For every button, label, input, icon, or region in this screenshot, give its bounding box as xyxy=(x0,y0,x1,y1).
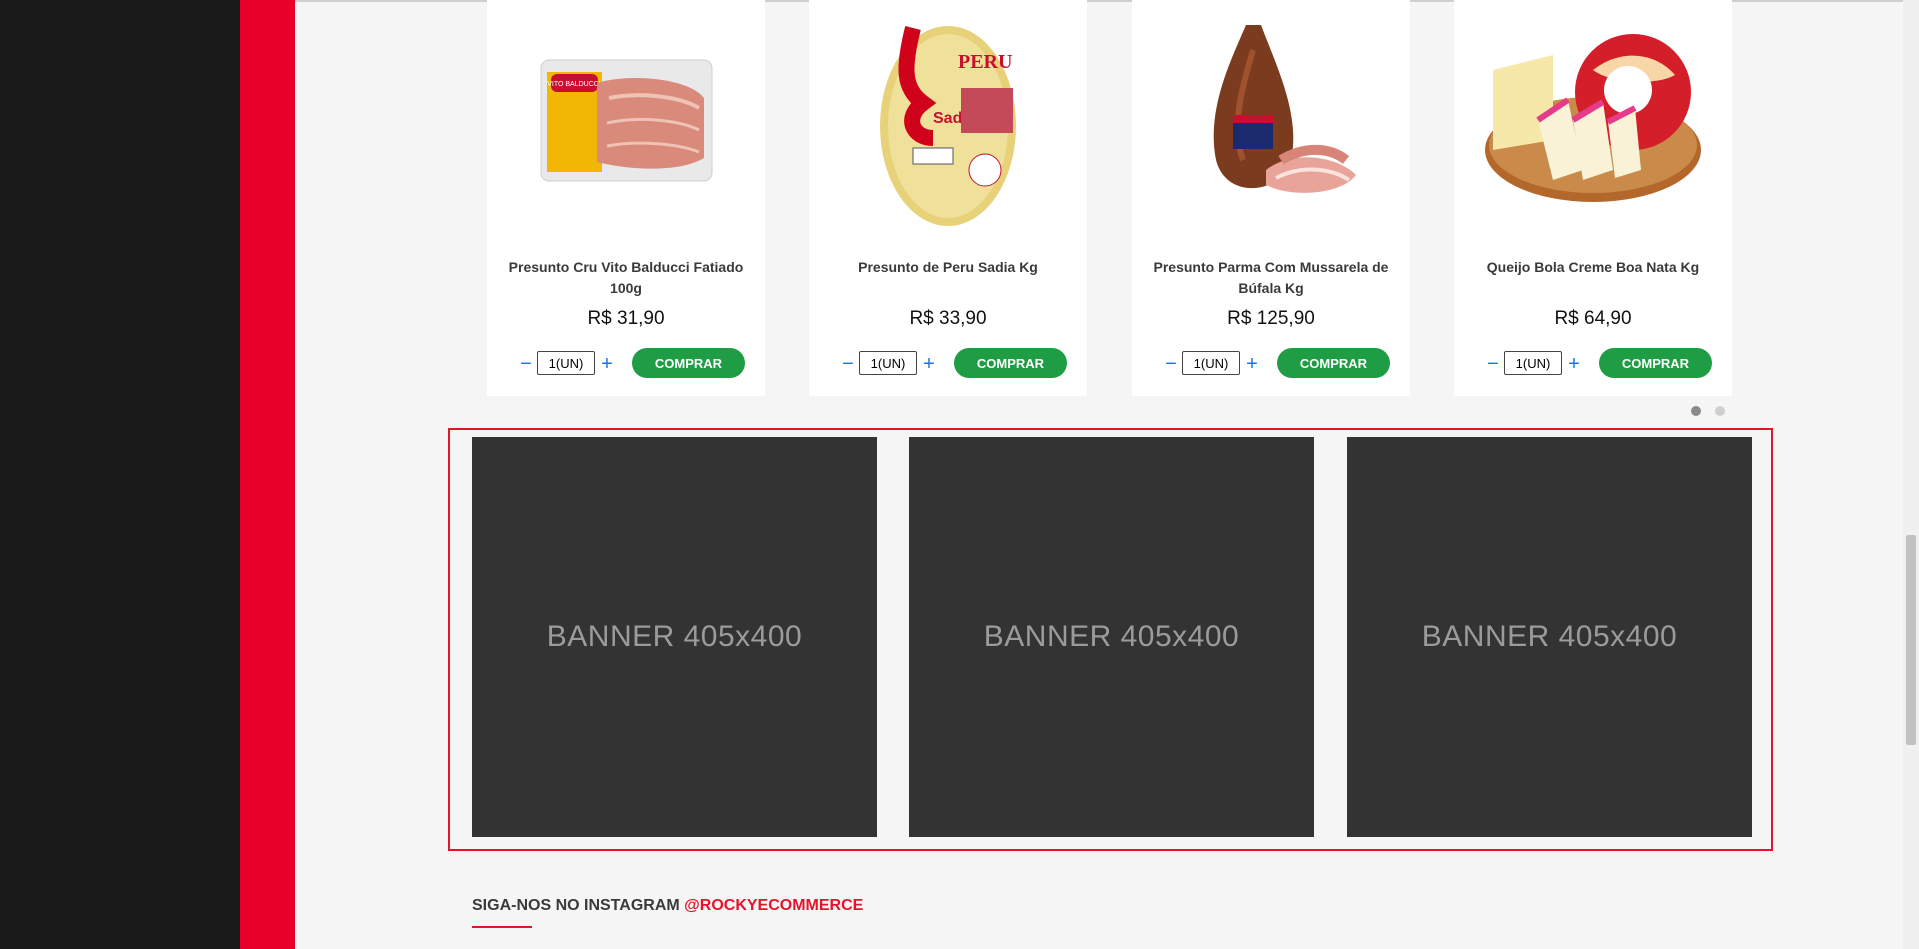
quantity-input[interactable] xyxy=(1182,351,1240,375)
quantity-input[interactable] xyxy=(1504,351,1562,375)
page-scrollbar[interactable] xyxy=(1903,0,1919,949)
parma-ham-icon xyxy=(1213,25,1356,193)
product-brand: VITO BALDUCCI xyxy=(547,81,601,88)
instagram-prefix: SIGA-NOS NO INSTAGRAM xyxy=(472,897,680,914)
turkey-ham-icon: PERU Sadia xyxy=(880,25,1016,226)
minus-icon[interactable]: − xyxy=(517,350,535,378)
product-price: R$ 125,90 xyxy=(1227,308,1315,329)
banner-1[interactable]: BANNER 405x400 xyxy=(472,437,877,837)
carousel-dot-2[interactable] xyxy=(1715,406,1725,416)
banner-3[interactable]: BANNER 405x400 xyxy=(1347,437,1752,837)
product-image[interactable] xyxy=(1151,0,1391,240)
product-price: R$ 33,90 xyxy=(909,308,987,329)
product-name[interactable]: Queijo Bola Creme Boa Nata Kg xyxy=(1464,257,1722,278)
left-dark-panel xyxy=(0,0,240,949)
product-image[interactable]: PERU Sadia xyxy=(828,0,1068,240)
heading-underline xyxy=(472,926,532,928)
product-price: R$ 64,90 xyxy=(1554,308,1632,329)
plus-icon[interactable]: + xyxy=(920,350,938,378)
plus-icon[interactable]: + xyxy=(598,350,616,378)
buy-button[interactable]: COMPRAR xyxy=(1277,348,1390,378)
minus-icon[interactable]: − xyxy=(1162,350,1180,378)
scrollbar-thumb[interactable] xyxy=(1906,535,1916,745)
product-name[interactable]: Presunto de Peru Sadia Kg xyxy=(819,257,1077,278)
instagram-handle-link[interactable]: @ROCKYECOMMERCE xyxy=(684,897,863,914)
minus-icon[interactable]: − xyxy=(1484,350,1502,378)
prosciutto-pack-icon: VITO BALDUCCI xyxy=(540,59,712,181)
carousel-dot-1[interactable] xyxy=(1691,406,1701,416)
buy-button[interactable]: COMPRAR xyxy=(954,348,1067,378)
buy-button[interactable]: COMPRAR xyxy=(1599,348,1712,378)
banner-2[interactable]: BANNER 405x400 xyxy=(909,437,1314,837)
instagram-heading: SIGA-NOS NO INSTAGRAM @ROCKYECOMMERCE xyxy=(472,897,863,915)
product-image[interactable]: VITO BALDUCCI xyxy=(506,0,746,240)
left-accent-stripe xyxy=(240,0,295,949)
buy-button[interactable]: COMPRAR xyxy=(632,348,745,378)
product-image[interactable] xyxy=(1473,0,1713,240)
plus-icon[interactable]: + xyxy=(1565,350,1583,378)
product-card[interactable]: Presunto Parma Com Mussarela de Búfala K… xyxy=(1132,0,1410,396)
product-card[interactable]: Queijo Bola Creme Boa Nata Kg R$ 64,90 −… xyxy=(1454,0,1732,396)
cheese-ball-icon xyxy=(1485,34,1701,202)
quantity-input[interactable] xyxy=(859,351,917,375)
svg-text:PERU: PERU xyxy=(958,51,1012,73)
product-name[interactable]: Presunto Parma Com Mussarela de Búfala K… xyxy=(1142,257,1400,299)
product-name[interactable]: Presunto Cru Vito Balducci Fatiado 100g xyxy=(497,257,755,299)
product-card[interactable]: VITO BALDUCCI Presunto Cru Vito Balducci… xyxy=(487,0,765,396)
minus-icon[interactable]: − xyxy=(839,350,857,378)
product-card[interactable]: PERU Sadia Presunto de Peru Sadia Kg R$ … xyxy=(809,0,1087,396)
quantity-input[interactable] xyxy=(537,351,595,375)
plus-icon[interactable]: + xyxy=(1243,350,1261,378)
product-price: R$ 31,90 xyxy=(587,308,665,329)
